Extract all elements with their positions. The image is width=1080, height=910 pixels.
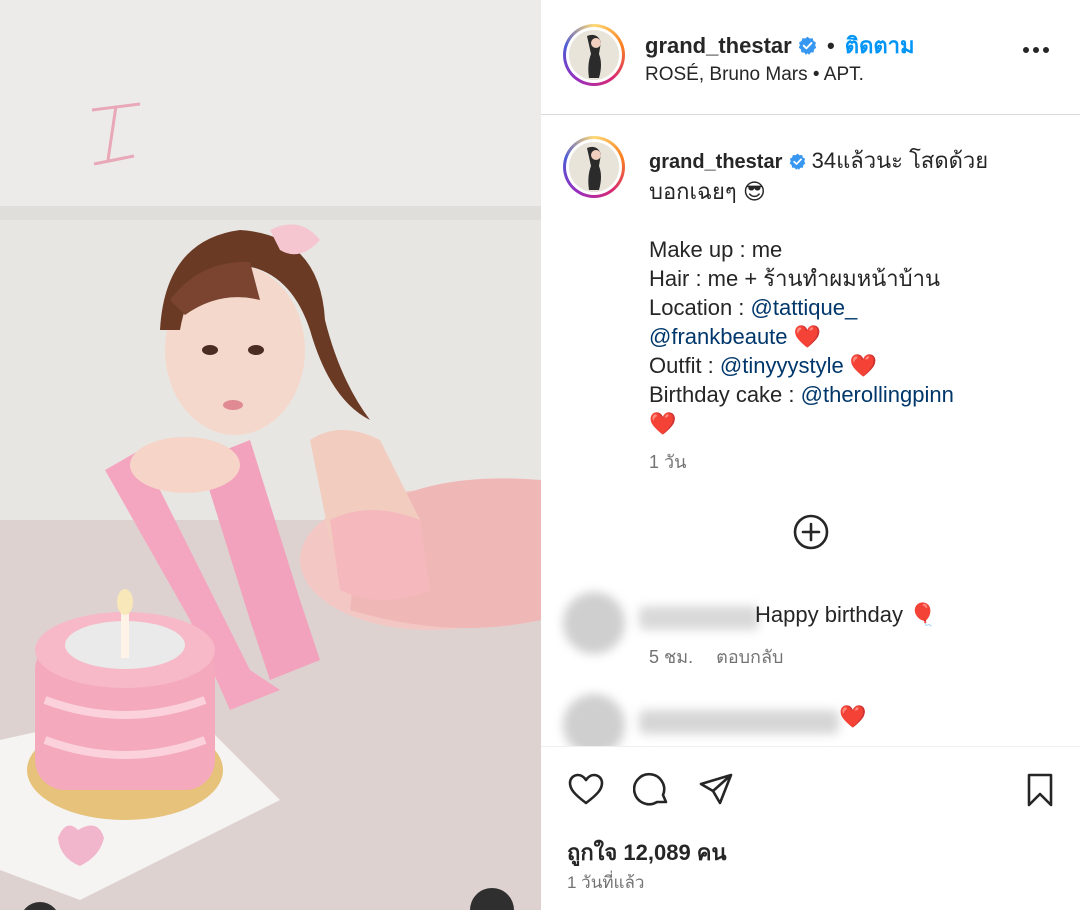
avatar-image bbox=[569, 142, 619, 192]
caption-timestamp[interactable]: 1 วัน bbox=[649, 447, 686, 476]
heart-icon[interactable] bbox=[567, 771, 605, 809]
mention-link[interactable]: @therollingpinn bbox=[801, 382, 954, 407]
author-username[interactable]: grand_thestar bbox=[645, 33, 792, 58]
avatar-image bbox=[569, 30, 619, 80]
mention-link[interactable]: @frankbeaute bbox=[649, 324, 788, 349]
likes-count[interactable]: ถูกใจ 12,089 คน bbox=[567, 835, 727, 870]
mention-link[interactable]: @tinyyystyle bbox=[720, 353, 844, 378]
comment-icon[interactable] bbox=[633, 771, 671, 809]
caption-avatar[interactable] bbox=[563, 136, 625, 198]
reply-button[interactable]: ตอบกลับ bbox=[716, 647, 783, 667]
caption-username[interactable]: grand_thestar bbox=[649, 151, 782, 173]
heart-emoji: ❤️ bbox=[649, 411, 677, 436]
post-photo[interactable] bbox=[0, 0, 541, 910]
comment-text: ❤️ bbox=[839, 704, 867, 729]
caption-hair: Hair : me + ร้านทำผมหน้าบ้าน bbox=[649, 266, 941, 291]
caption-makeup: Make up : me bbox=[649, 237, 783, 262]
author-avatar[interactable] bbox=[563, 24, 625, 86]
comment-item: ❤️ bbox=[563, 694, 1063, 746]
mention-link[interactable]: @tattique_ bbox=[751, 295, 858, 320]
commenter-avatar[interactable] bbox=[563, 694, 625, 746]
comment-item: Happy birthday 🎈 5 ชม. ตอบกลับ bbox=[563, 586, 1063, 676]
more-horizontal-icon[interactable] bbox=[1018, 38, 1054, 62]
audio-info[interactable]: ROSÉ, Bruno Mars • APT. bbox=[645, 64, 864, 86]
send-icon[interactable] bbox=[697, 771, 735, 809]
caption-line1: 34แล้วนะ โสดด้วย bbox=[811, 148, 989, 173]
comment-timestamp[interactable]: 5 ชม. bbox=[649, 647, 693, 667]
verified-badge-icon bbox=[798, 36, 817, 55]
post-caption: grand_thestar 34แล้วนะ โสดด้วย บอกเฉยๆ 😎… bbox=[649, 146, 1059, 438]
follow-button[interactable]: ติดตาม bbox=[845, 33, 915, 58]
verified-badge-icon bbox=[789, 153, 805, 170]
comment-text: Happy birthday 🎈 bbox=[755, 602, 937, 627]
add-circle-icon[interactable] bbox=[791, 512, 831, 552]
comment-meta: 5 ชม. ตอบกลับ bbox=[649, 642, 783, 671]
commenter-username[interactable] bbox=[639, 606, 759, 630]
post-header: grand_thestar • ติดตาม ROSÉ, Bruno Mars … bbox=[541, 0, 1080, 115]
caption-cake-label: Birthday cake : bbox=[649, 382, 801, 407]
photo-image bbox=[0, 0, 541, 910]
caption-outfit-label: Outfit : bbox=[649, 353, 720, 378]
separator-dot: • bbox=[826, 33, 835, 58]
heart-emoji: ❤️ bbox=[793, 324, 822, 349]
post-timestamp[interactable]: 1 วันที่แล้ว bbox=[567, 869, 644, 896]
caption-line2: บอกเฉยๆ 😎 bbox=[649, 179, 766, 204]
heart-emoji: ❤️ bbox=[849, 353, 878, 378]
comments-section[interactable]: grand_thestar 34แล้วนะ โสดด้วย บอกเฉยๆ 😎… bbox=[541, 116, 1080, 746]
post-detail-panel: grand_thestar • ติดตาม ROSÉ, Bruno Mars … bbox=[541, 0, 1080, 910]
header-user-line: grand_thestar • ติดตาม bbox=[645, 28, 915, 63]
commenter-username[interactable] bbox=[639, 710, 839, 734]
caption-location-label: Location : bbox=[649, 295, 751, 320]
bookmark-icon[interactable] bbox=[1021, 771, 1059, 809]
commenter-avatar[interactable] bbox=[563, 592, 625, 654]
action-bar: ถูกใจ 12,089 คน 1 วันที่แล้ว bbox=[541, 746, 1080, 910]
